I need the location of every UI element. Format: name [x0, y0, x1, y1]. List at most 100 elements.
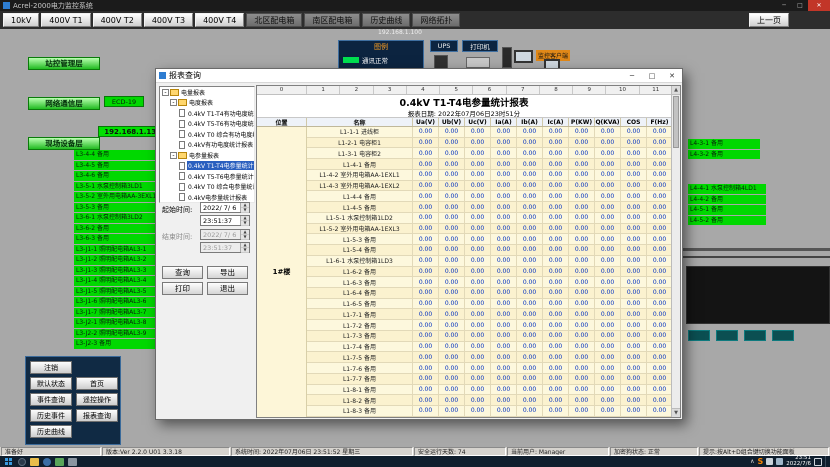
- tree-item[interactable]: 0.4kV T5-T6有功电度统计: [160, 119, 254, 130]
- table-row[interactable]: L1-4-5 备用0.000.000.000.000.000.000.000.0…: [307, 202, 671, 213]
- device-list-item[interactable]: L3-6-1 水泵控制箱3LD2: [74, 213, 162, 223]
- column-header[interactable]: Ib(A): [517, 118, 543, 126]
- column-number[interactable]: 6: [473, 86, 506, 94]
- table-row[interactable]: L1-7-2 备用0.000.000.000.000.000.000.000.0…: [307, 320, 671, 331]
- toolbar-tab[interactable]: 400V T4: [195, 13, 244, 27]
- tray-chevron-icon[interactable]: ∧: [750, 458, 754, 465]
- table-row[interactable]: L1-3-1 电容柜20.000.000.000.000.000.000.000…: [307, 148, 671, 159]
- dialog-titlebar[interactable]: 报表查询 ─ □ ✕: [156, 69, 682, 83]
- toolbar-tab[interactable]: 400V T1: [41, 13, 90, 27]
- column-header[interactable]: Ia(A): [491, 118, 517, 126]
- device-list-item[interactable]: L3-J1-6 照明配电箱AL3-6: [74, 297, 162, 307]
- column-number[interactable]: 9: [573, 86, 606, 94]
- dialog-close-button[interactable]: ✕: [662, 69, 682, 82]
- layer-button-network[interactable]: 网络通信层: [28, 97, 100, 110]
- device-list-item[interactable]: L4-3-1 备用: [688, 139, 760, 149]
- tree-item[interactable]: 0.4kV T5-T6电参量统计: [160, 171, 254, 182]
- device-list-item[interactable]: L3-J1-4 照明配电箱AL3-4: [74, 276, 162, 286]
- device-list-item[interactable]: L3-5-2 室外用电箱AA-3EXL1: [74, 192, 162, 202]
- column-number[interactable]: 4: [407, 86, 440, 94]
- panel-button[interactable]: 注销: [30, 361, 72, 374]
- table-row[interactable]: L1-4-2 室外用电箱AA-1EXL10.000.000.000.000.00…: [307, 170, 671, 181]
- tree-item[interactable]: 0.4kV T1-T4有功电度统计: [160, 108, 254, 119]
- panel-button[interactable]: 默认状态: [30, 377, 72, 390]
- column-header[interactable]: Ua(V): [413, 118, 439, 126]
- table-row[interactable]: L1-7-4 备用0.000.000.000.000.000.000.000.0…: [307, 342, 671, 353]
- network-icon[interactable]: [776, 458, 783, 465]
- panel-button[interactable]: 历史事件: [30, 409, 72, 422]
- device-list-item[interactable]: L4-5-2 备用: [688, 216, 766, 226]
- column-number[interactable]: 8: [540, 86, 573, 94]
- column-header[interactable]: Uc(V): [465, 118, 491, 126]
- start-date-spinner[interactable]: ▲▼: [240, 203, 249, 212]
- column-number[interactable]: 1: [307, 86, 340, 94]
- device-list-item[interactable]: L4-5-1 备用: [688, 205, 766, 215]
- dialog-minimize-button[interactable]: ─: [622, 69, 642, 82]
- column-header[interactable]: Q(KVA): [595, 118, 621, 126]
- panel-button[interactable]: 历史曲线: [30, 425, 72, 438]
- column-number[interactable]: 5: [440, 86, 473, 94]
- action-center-icon[interactable]: [814, 458, 822, 466]
- toolbar-tab[interactable]: 历史曲线: [362, 13, 410, 27]
- table-row[interactable]: L1-2-1 电容柜10.000.000.000.000.000.000.000…: [307, 138, 671, 149]
- column-number[interactable]: 10: [606, 86, 639, 94]
- column-number[interactable]: 7: [507, 86, 540, 94]
- start-time-field[interactable]: 23:51:37 ▲▼: [200, 215, 250, 226]
- start-time-spinner[interactable]: ▲▼: [240, 216, 249, 225]
- scroll-thumb[interactable]: [673, 96, 679, 148]
- app-icon-2[interactable]: [68, 458, 77, 466]
- toolbar-tab[interactable]: 400V T3: [144, 13, 193, 27]
- dialog-button-4[interactable]: 退出: [207, 282, 248, 295]
- tree-item[interactable]: -电参量报表: [160, 150, 254, 161]
- table-row[interactable]: L1-5-1 水泵控制箱1LD20.000.000.000.000.000.00…: [307, 213, 671, 224]
- minimize-button[interactable]: ─: [776, 0, 792, 11]
- scroll-up-icon[interactable]: ▲: [672, 86, 680, 95]
- dialog-button-1[interactable]: 查询: [162, 266, 203, 279]
- taskbar-clock[interactable]: 23:51 2022/7/6: [786, 456, 811, 467]
- device-list-item[interactable]: L3-6-3 备用: [74, 234, 162, 244]
- table-row[interactable]: L1-8-3 备用0.000.000.000.000.000.000.000.0…: [307, 406, 671, 417]
- device-list-item[interactable]: L3-J1-2 照明配电箱AL3-2: [74, 255, 162, 265]
- show-desktop-button[interactable]: [825, 456, 828, 467]
- tree-item[interactable]: 0.4kV T0 综合电参量统计: [160, 182, 254, 193]
- start-date-field[interactable]: 2022/ 7/ 6 ▲▼: [200, 202, 250, 213]
- device-list-item[interactable]: L3-4-5 备用: [74, 161, 162, 171]
- table-row[interactable]: L1-4-3 室外用电箱AA-1EXL20.000.000.000.000.00…: [307, 181, 671, 192]
- panel-button[interactable]: 首页: [76, 377, 118, 390]
- panel-button[interactable]: 遥控操作: [76, 393, 118, 406]
- device-list-item[interactable]: L3-J2-1 照明配电箱AL3-8: [74, 318, 162, 328]
- column-header[interactable]: 位置: [257, 118, 307, 126]
- volume-icon[interactable]: [766, 458, 773, 465]
- expander-icon[interactable]: -: [170, 99, 177, 106]
- device-list-item[interactable]: L3-4-6 备用: [74, 171, 162, 181]
- table-row[interactable]: L1-7-3 备用0.000.000.000.000.000.000.000.0…: [307, 331, 671, 342]
- table-row[interactable]: L1-5-3 备用0.000.000.000.000.000.000.000.0…: [307, 234, 671, 245]
- column-number[interactable]: 2: [340, 86, 373, 94]
- tree-item[interactable]: -电度报表: [160, 98, 254, 109]
- device-list-item[interactable]: L3-J1-5 照明配电箱AL3-5: [74, 287, 162, 297]
- dialog-button-3[interactable]: 打印: [162, 282, 203, 295]
- table-row[interactable]: L1-6-5 备用0.000.000.000.000.000.000.000.0…: [307, 299, 671, 310]
- column-header[interactable]: P(KW): [569, 118, 595, 126]
- table-row[interactable]: L1-1-1 进线柜0.000.000.000.000.000.000.000.…: [307, 127, 671, 138]
- toolbar-tab[interactable]: 网络拓扑: [412, 13, 460, 27]
- maximize-button[interactable]: □: [792, 0, 808, 11]
- scroll-down-icon[interactable]: ▼: [672, 408, 680, 417]
- table-row[interactable]: L1-6-3 备用0.000.000.000.000.000.000.000.0…: [307, 277, 671, 288]
- table-row[interactable]: L1-7-7 备用0.000.000.000.000.000.000.000.0…: [307, 374, 671, 385]
- tree-item[interactable]: 0.4kV电参量统计报表: [160, 192, 254, 203]
- expander-icon[interactable]: -: [170, 152, 177, 159]
- layer-button-field[interactable]: 现场设备层: [28, 137, 100, 150]
- table-row[interactable]: L1-4-4 备用0.000.000.000.000.000.000.000.0…: [307, 191, 671, 202]
- device-list-item[interactable]: L4-3-2 备用: [688, 150, 760, 160]
- sogou-input-icon[interactable]: S: [758, 457, 764, 466]
- device-list-item[interactable]: L4-4-1 水泵控制箱4LD1: [688, 184, 766, 194]
- table-row[interactable]: L1-6-4 备用0.000.000.000.000.000.000.000.0…: [307, 288, 671, 299]
- table-row[interactable]: L1-8-1 备用0.000.000.000.000.000.000.000.0…: [307, 385, 671, 396]
- column-header[interactable]: F(Hz): [647, 118, 671, 126]
- device-list-item[interactable]: L3-6-2 备用: [74, 224, 162, 234]
- column-number[interactable]: 0: [257, 86, 307, 94]
- device-list-item[interactable]: L3-J2-3 备用: [74, 339, 162, 349]
- table-row[interactable]: L1-6-1 水泵控制箱1LD30.000.000.000.000.000.00…: [307, 256, 671, 267]
- table-row[interactable]: L1-6-2 备用0.000.000.000.000.000.000.000.0…: [307, 267, 671, 278]
